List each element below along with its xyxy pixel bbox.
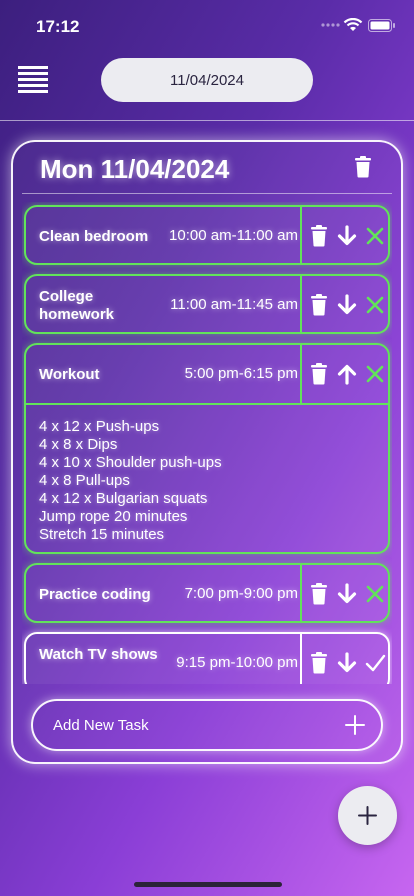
add-new-task-label: Add New Task <box>53 717 149 734</box>
trash-icon[interactable] <box>308 583 330 605</box>
task-time: 10:00 am-11:00 am <box>169 227 298 244</box>
plus-icon <box>345 715 365 735</box>
task-list[interactable]: Clean bedroom 10:00 am-11:00 am College … <box>22 202 392 684</box>
detail-line: 4 x 8 Pull-ups <box>39 472 130 489</box>
detail-line: Stretch 15 minutes <box>39 526 165 543</box>
trash-icon[interactable] <box>308 652 330 674</box>
status-time: 17:12 <box>36 17 80 36</box>
add-fab-button[interactable] <box>338 786 397 845</box>
down-arrow-icon[interactable] <box>336 294 358 316</box>
task-header[interactable]: Practice coding 7:00 pm-9:00 pm <box>26 565 388 623</box>
trash-icon[interactable] <box>308 294 330 316</box>
status-bar: 17:12 <box>0 0 414 50</box>
up-arrow-icon[interactable] <box>336 363 358 385</box>
wifi-icon <box>343 18 363 31</box>
task-header[interactable]: Clean bedroom 10:00 am-11:00 am <box>26 207 388 265</box>
task-name: College homework <box>39 288 115 323</box>
cross-icon[interactable] <box>364 363 386 385</box>
home-indicator <box>134 882 282 887</box>
task-divider <box>300 276 302 334</box>
cross-icon[interactable] <box>364 225 386 247</box>
task-divider <box>300 634 302 684</box>
plus-icon <box>358 806 377 825</box>
detail-line: Jump rope 20 minutes <box>39 508 188 525</box>
signal-icon <box>321 23 340 27</box>
trash-icon[interactable] <box>308 225 330 247</box>
down-arrow-icon[interactable] <box>336 583 358 605</box>
task-card[interactable]: Workout 5:00 pm-6:15 pm 4 x 12 x Push-up… <box>24 343 390 554</box>
task-name: Practice coding <box>39 586 151 603</box>
task-time: 9:15 pm-10:00 pm <box>176 654 298 671</box>
task-header[interactable]: Workout 5:00 pm-6:15 pm <box>26 345 388 403</box>
day-title: Mon 11/04/2024 <box>40 154 230 184</box>
task-name: Watch TV shows <box>39 646 158 663</box>
cross-icon[interactable] <box>364 583 386 605</box>
delete-day-icon[interactable] <box>354 156 372 178</box>
task-time: 5:00 pm-6:15 pm <box>184 365 298 382</box>
detail-line: 4 x 10 x Shoulder push-ups <box>39 454 222 471</box>
task-card[interactable]: Practice coding 7:00 pm-9:00 pm <box>24 563 390 623</box>
down-arrow-icon[interactable] <box>336 652 358 674</box>
task-card[interactable]: College homework 11:00 am-11:45 am <box>24 274 390 334</box>
task-name: Workout <box>39 366 100 383</box>
cross-icon[interactable] <box>364 294 386 316</box>
task-card[interactable]: Watch TV shows 9:15 pm-10:00 pm <box>24 632 390 684</box>
task-time: 11:00 am-11:45 am <box>170 296 298 313</box>
trash-icon[interactable] <box>308 363 330 385</box>
task-header[interactable]: College homework 11:00 am-11:45 am <box>26 276 388 334</box>
header-divider <box>0 120 414 121</box>
task-divider <box>300 345 302 403</box>
battery-icon <box>368 19 395 32</box>
detail-line: 4 x 12 x Bulgarian squats <box>39 490 208 507</box>
menu-icon[interactable] <box>18 66 48 96</box>
check-icon[interactable] <box>364 652 386 674</box>
detail-line: 4 x 12 x Push-ups <box>39 418 160 435</box>
task-divider <box>300 207 302 265</box>
down-arrow-icon[interactable] <box>336 225 358 247</box>
date-selector-label: 11/04/2024 <box>170 71 244 89</box>
task-details: 4 x 12 x Push-ups 4 x 8 x Dips 4 x 10 x … <box>26 403 388 554</box>
date-selector[interactable]: 11/04/2024 <box>101 58 313 102</box>
add-new-task-button[interactable]: Add New Task <box>31 699 383 751</box>
task-card[interactable]: Clean bedroom 10:00 am-11:00 am <box>24 205 390 265</box>
task-name: Clean bedroom <box>39 228 149 245</box>
task-time: 7:00 pm-9:00 pm <box>184 585 298 602</box>
task-header[interactable]: Watch TV shows 9:15 pm-10:00 pm <box>26 634 388 684</box>
title-divider <box>22 193 392 194</box>
detail-line: 4 x 8 x Dips <box>39 436 118 453</box>
task-divider <box>300 565 302 623</box>
